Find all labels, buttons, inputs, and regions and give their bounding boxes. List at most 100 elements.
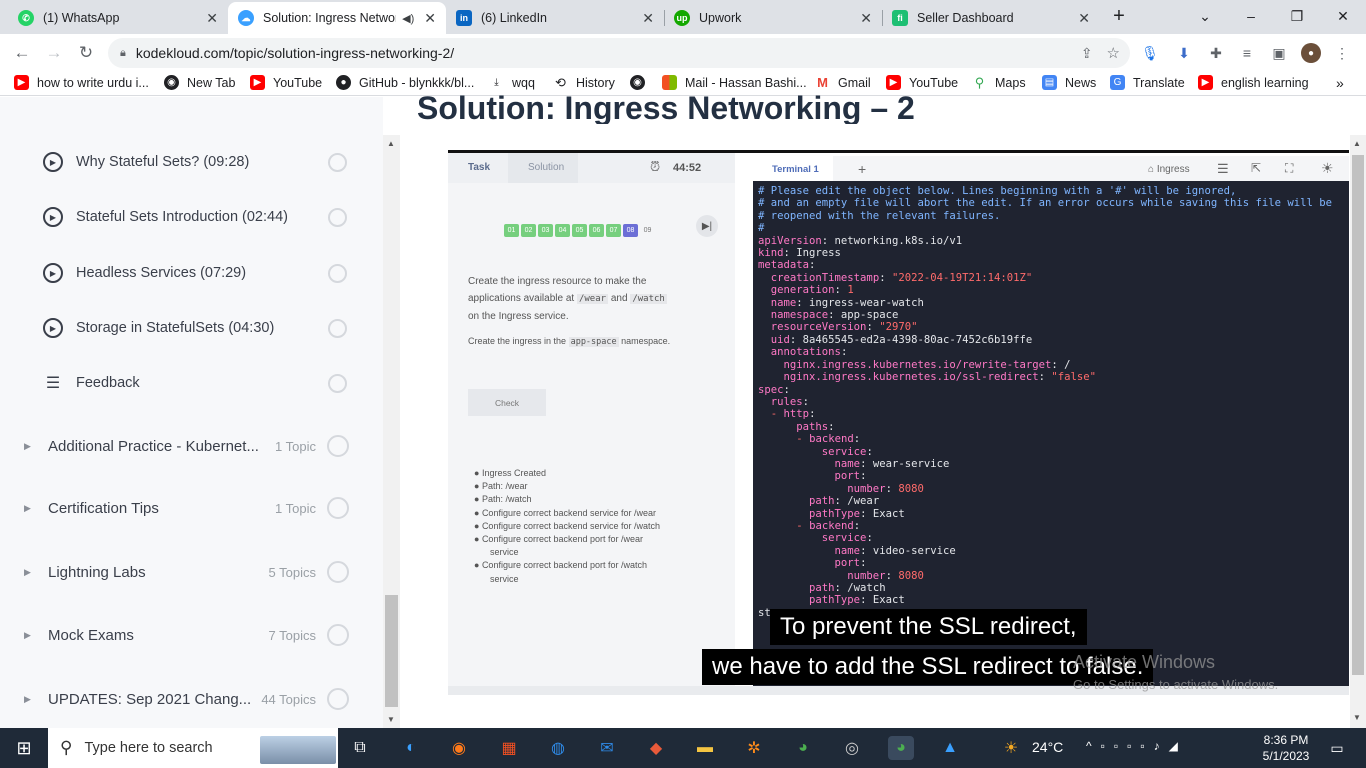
- download-extension-icon[interactable]: ⬇: [1174, 43, 1194, 63]
- avatar[interactable]: ●: [1301, 43, 1321, 63]
- obs-icon[interactable]: ◎: [839, 736, 865, 760]
- windows-start-icon[interactable]: ⊞: [11, 736, 37, 760]
- topic-item[interactable]: ▶ Additional Practice - Kubernet... 1 Topi…: [24, 431, 354, 461]
- settings-app-icon[interactable]: ✲: [741, 736, 767, 760]
- scroll-down-icon[interactable]: ▼: [387, 715, 395, 724]
- fullscreen-icon[interactable]: ⛶: [1285, 161, 1293, 176]
- side-panel-icon[interactable]: ▣: [1269, 43, 1289, 63]
- bookmark-item[interactable]: ▶ YouTube: [250, 75, 322, 90]
- step-pill[interactable]: 03: [538, 224, 553, 237]
- terminal-tab[interactable]: Terminal 1: [772, 164, 819, 175]
- completion-circle[interactable]: [328, 319, 347, 338]
- scroll-up-icon[interactable]: ▲: [1353, 139, 1361, 148]
- tab-search-icon[interactable]: ⌄: [1182, 0, 1228, 32]
- step-pill[interactable]: 05: [572, 224, 587, 237]
- weather-icon[interactable]: ☀: [998, 736, 1024, 760]
- close-icon[interactable]: ✕: [206, 10, 218, 27]
- url-text[interactable]: kodekloud.com/topic/solution-ingress-net…: [136, 45, 1081, 61]
- lesson-item[interactable]: ▶ Storage in StatefulSets (04:30): [43, 312, 353, 344]
- bookmark-item[interactable]: ▶ how to write urdu i...: [14, 75, 149, 90]
- taskbar-search[interactable]: ⚲ Type here to search: [48, 728, 338, 768]
- firefox-icon[interactable]: ◉: [446, 736, 472, 760]
- store-icon[interactable]: ▦: [496, 736, 522, 760]
- close-icon[interactable]: ✕: [424, 10, 436, 27]
- scrollbar-thumb[interactable]: [1352, 155, 1364, 675]
- step-pill[interactable]: 04: [555, 224, 570, 237]
- address-bar[interactable]: 🔒︎ kodekloud.com/topic/solution-ingress-…: [108, 38, 1130, 68]
- lesson-item[interactable]: ▶ Headless Services (07:29): [43, 257, 353, 289]
- app-icon[interactable]: ◆: [643, 736, 669, 760]
- task-view-icon[interactable]: ⧉: [347, 736, 373, 760]
- bookmark-item[interactable]: ▶ english learning: [1198, 75, 1309, 90]
- completion-circle[interactable]: [327, 688, 349, 710]
- topic-item[interactable]: ▶ Mock Exams 7 Topics: [24, 620, 354, 650]
- completion-circle[interactable]: [328, 374, 347, 393]
- completion-circle[interactable]: [327, 497, 349, 519]
- photos-icon[interactable]: ▲: [937, 736, 963, 760]
- scroll-up-icon[interactable]: ▲: [387, 139, 395, 148]
- ingress-link[interactable]: ⌂ Ingress: [1148, 164, 1190, 175]
- completion-circle[interactable]: [328, 264, 347, 283]
- notification-icon[interactable]: ▭: [1324, 736, 1350, 760]
- step-pill[interactable]: 08: [623, 224, 638, 237]
- bookmark-item[interactable]: ▤ News: [1042, 75, 1096, 90]
- bookmark-star-icon[interactable]: ☆: [1107, 44, 1120, 62]
- topic-item[interactable]: ▶ Lightning Labs 5 Topics: [24, 557, 354, 587]
- clock[interactable]: 8:36 PM 5/1/2023: [1256, 732, 1316, 764]
- step-pill[interactable]: 07: [606, 224, 621, 237]
- chrome-icon[interactable]: ◕: [790, 736, 816, 760]
- topic-item[interactable]: ▶ UPDATES: Sep 2021 Chang... 44 Topics: [24, 684, 354, 714]
- chrome-active-icon[interactable]: ◕: [888, 736, 914, 760]
- extensions-icon[interactable]: ✚: [1206, 43, 1226, 63]
- menu-icon[interactable]: ☰: [1217, 161, 1229, 177]
- restore-button[interactable]: ❐: [1274, 0, 1320, 32]
- tab-kodekloud[interactable]: ☁ Solution: Ingress Networ ◀) ✕: [228, 2, 446, 34]
- tab-seller-dashboard[interactable]: fi Seller Dashboard ✕: [882, 2, 1100, 34]
- tab-upwork[interactable]: up Upwork ✕: [664, 2, 882, 34]
- share-icon[interactable]: ⇪: [1081, 45, 1093, 62]
- completion-circle[interactable]: [327, 435, 349, 457]
- close-icon[interactable]: ✕: [860, 10, 872, 27]
- completion-circle[interactable]: [328, 208, 347, 227]
- step-pill[interactable]: 09: [640, 224, 655, 237]
- scrollbar-thumb[interactable]: [385, 595, 398, 707]
- media-control-icon[interactable]: ≡: [1237, 43, 1257, 63]
- lock-icon[interactable]: 🔒︎: [120, 47, 126, 60]
- check-button[interactable]: Check: [468, 389, 546, 416]
- step-pill[interactable]: 01: [504, 224, 519, 237]
- more-bookmarks-icon[interactable]: »: [1336, 75, 1344, 91]
- close-icon[interactable]: ✕: [1078, 10, 1090, 27]
- add-terminal-button[interactable]: +: [858, 161, 866, 177]
- skype-icon[interactable]: ◍: [545, 736, 571, 760]
- close-window-button[interactable]: ✕: [1320, 0, 1366, 32]
- completion-circle[interactable]: [327, 561, 349, 583]
- reload-button[interactable]: ↻: [74, 42, 98, 64]
- menu-icon[interactable]: ⋮: [1332, 43, 1352, 63]
- forward-button[interactable]: →: [42, 42, 66, 64]
- lesson-item[interactable]: ▶ Stateful Sets Introduction (02:44): [43, 201, 353, 233]
- step-pill[interactable]: 06: [589, 224, 604, 237]
- back-button[interactable]: ←: [10, 42, 34, 64]
- lesson-item[interactable]: ▶ Why Stateful Sets? (09:28): [43, 146, 353, 178]
- tab-whatsapp[interactable]: ✆ (1) WhatsApp ✕: [8, 2, 228, 34]
- external-link-icon[interactable]: ⇱: [1251, 161, 1261, 175]
- file-explorer-icon[interactable]: ▬: [692, 736, 718, 760]
- sidebar-scrollbar[interactable]: ▲ ▼: [383, 135, 400, 728]
- next-step-icon[interactable]: ▶|: [696, 215, 718, 237]
- edge-icon[interactable]: ◐: [398, 736, 424, 760]
- microphone-icon[interactable]: 🎙︎: [1140, 43, 1160, 63]
- theme-sun-icon[interactable]: ☀: [1321, 160, 1334, 177]
- tab-solution[interactable]: Solution: [528, 162, 564, 173]
- bookmark-item[interactable]: ⚲ Maps: [972, 75, 1026, 90]
- scroll-down-icon[interactable]: ▼: [1353, 713, 1361, 722]
- bookmark-item[interactable]: G Translate: [1110, 75, 1185, 90]
- step-pill[interactable]: 02: [521, 224, 536, 237]
- minimize-button[interactable]: –: [1228, 0, 1274, 32]
- page-scrollbar[interactable]: ▲ ▼: [1350, 135, 1366, 728]
- lesson-item[interactable]: ☰ Feedback: [43, 367, 353, 399]
- speaker-icon[interactable]: ◀): [402, 12, 414, 25]
- new-tab-button[interactable]: +: [1096, 0, 1142, 32]
- temperature[interactable]: 24°C: [1032, 739, 1063, 755]
- mail-icon[interactable]: ✉: [594, 736, 620, 760]
- close-icon[interactable]: ✕: [642, 10, 654, 27]
